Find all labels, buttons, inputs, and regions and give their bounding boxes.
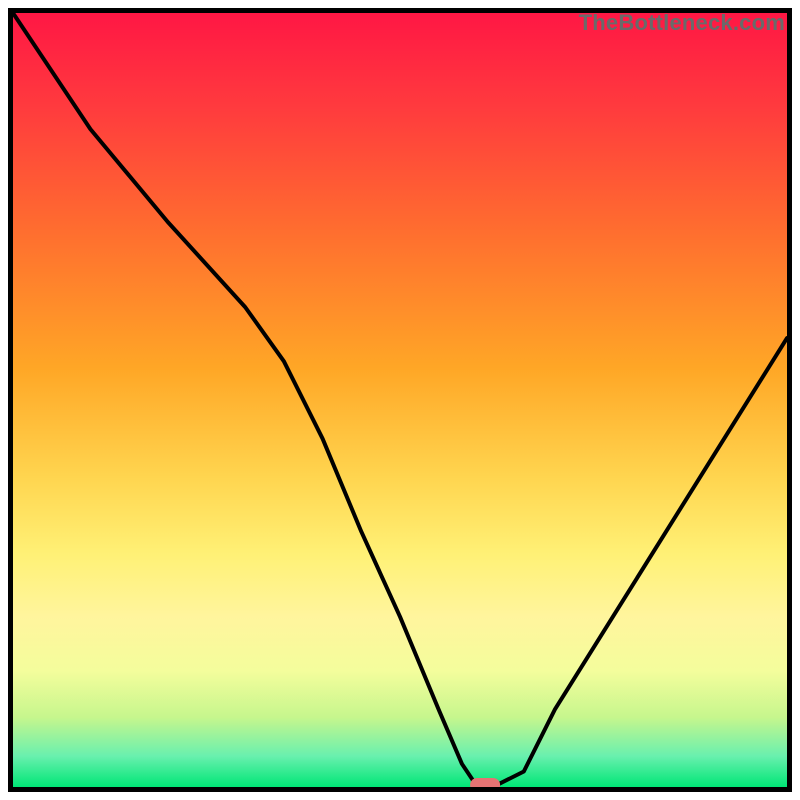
chart-frame	[8, 8, 792, 792]
watermark: TheBottleneck.com	[579, 10, 785, 36]
chart-background-gradient	[13, 13, 787, 787]
